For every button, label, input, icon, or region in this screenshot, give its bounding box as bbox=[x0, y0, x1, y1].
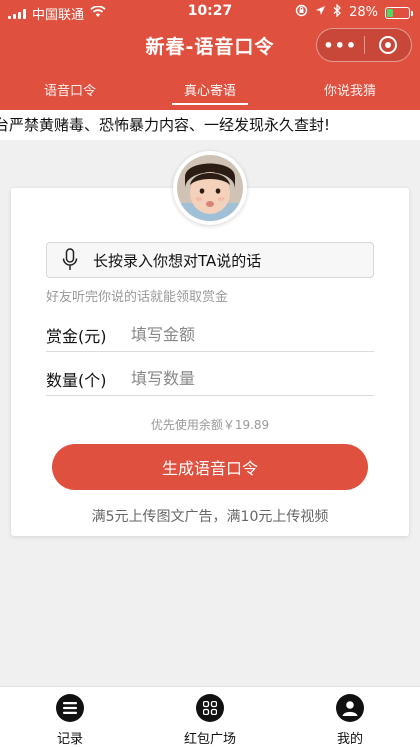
message-form-card: 长按录入你想对TA说的话 好友听完你说的话就能领取赏金 赏金(元) 数量(个) … bbox=[11, 188, 409, 536]
close-button[interactable] bbox=[365, 36, 412, 54]
tab-you-say-i-guess[interactable]: 你说我猜 bbox=[280, 70, 420, 110]
battery-percent: 28% bbox=[349, 5, 378, 20]
grid-icon bbox=[196, 694, 224, 722]
count-label: 数量(个) bbox=[46, 370, 107, 390]
balance-text: 优先使用余额￥19.89 bbox=[150, 418, 270, 432]
more-button[interactable]: ••• bbox=[317, 36, 364, 55]
mini-program-capsule: ••• bbox=[316, 28, 412, 62]
count-input[interactable] bbox=[131, 369, 374, 388]
list-icon bbox=[56, 694, 84, 722]
status-bar: 中国联通 10:27 28% bbox=[0, 0, 420, 24]
reward-hint: 好友听完你说的话就能领取赏金 bbox=[46, 290, 229, 305]
notice-text: 台严禁黄赌毒、恐怖暴力内容、一经发现永久查封! bbox=[0, 116, 331, 134]
battery-level bbox=[387, 8, 393, 17]
count-row: 数量(个) bbox=[46, 362, 374, 396]
orientation-lock-icon bbox=[295, 4, 308, 21]
ad-upload-note: 满5元上传图文广告，满10元上传视频 bbox=[91, 509, 329, 525]
user-icon bbox=[336, 694, 364, 722]
nav-item-mine[interactable]: 我的 bbox=[280, 687, 420, 747]
nav-label-records: 记录 bbox=[56, 732, 83, 747]
record-voice-label: 长按录入你想对TA说的话 bbox=[93, 251, 262, 270]
child-photo-image bbox=[177, 155, 243, 221]
generate-voice-password-button[interactable]: 生成语音口令 bbox=[52, 444, 368, 490]
tab-heartfelt-message[interactable]: 真心寄语 bbox=[140, 70, 280, 110]
nav-item-red-packet-square[interactable]: 红包广场 bbox=[140, 687, 280, 747]
amount-input[interactable] bbox=[131, 325, 374, 344]
notice-marquee: 台严禁黄赌毒、恐怖暴力内容、一经发现永久查封! bbox=[0, 110, 420, 140]
record-voice-button[interactable]: 长按录入你想对TA说的话 bbox=[46, 242, 374, 278]
bluetooth-icon bbox=[333, 3, 342, 21]
location-icon bbox=[315, 5, 326, 20]
tab-voice-password[interactable]: 语音口令 bbox=[0, 70, 140, 110]
microphone-icon bbox=[47, 248, 93, 272]
nav-label-mine: 我的 bbox=[336, 732, 363, 747]
bottom-nav: 记录 红包广场 我的 bbox=[0, 686, 420, 747]
avatar bbox=[173, 151, 247, 225]
amount-label: 赏金(元) bbox=[46, 326, 107, 346]
nav-label-red-packet-square: 红包广场 bbox=[183, 732, 236, 747]
close-ring-icon bbox=[378, 36, 397, 54]
amount-row: 赏金(元) bbox=[46, 318, 374, 352]
tab-bar: 语音口令 真心寄语 你说我猜 bbox=[0, 70, 420, 110]
header: 中国联通 10:27 28% 新春-语音口令 ••• 语音口令 真心寄语 你说我… bbox=[0, 0, 420, 110]
nav-item-records[interactable]: 记录 bbox=[0, 687, 140, 747]
battery-icon bbox=[385, 6, 413, 19]
